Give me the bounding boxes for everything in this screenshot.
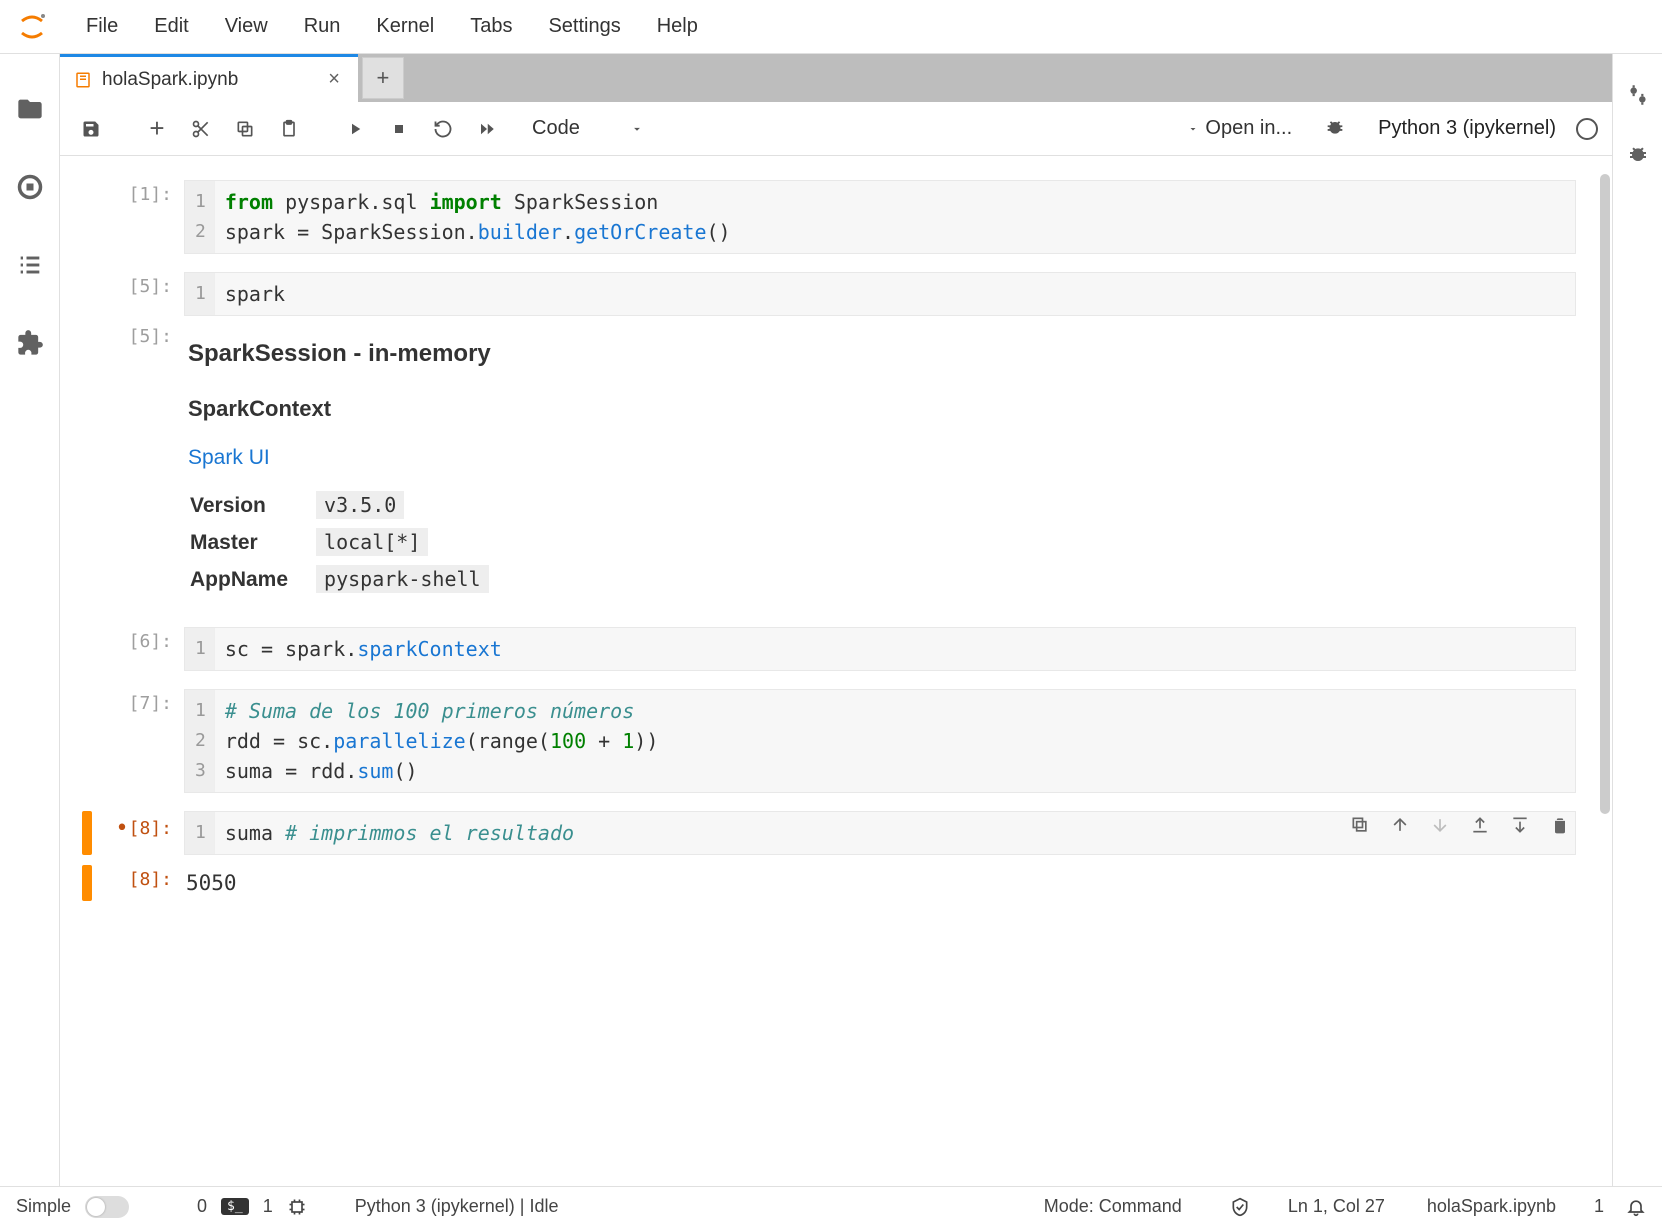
cell-type-select[interactable]: Code [526,113,650,144]
kv-val: local[*] [316,528,428,556]
kernel-name[interactable]: Python 3 (ipykernel) [1378,117,1556,140]
cut-icon[interactable] [184,112,218,146]
prompt-in-8: •[8]: [100,811,184,855]
menu-tabs[interactable]: Tabs [452,5,530,48]
copy-icon[interactable] [228,112,262,146]
insert-above-icon[interactable] [1470,815,1490,835]
bell-icon[interactable] [1626,1197,1646,1217]
trusted-icon[interactable] [1230,1197,1250,1217]
simple-toggle[interactable] [85,1196,129,1218]
prompt-in-7: [7]: [100,689,184,793]
status-count: 1 [1594,1196,1604,1217]
stop-icon[interactable] [382,112,416,146]
kv-key: AppName [190,562,314,597]
caret-down-icon [1187,123,1199,135]
move-up-icon[interactable] [1390,815,1410,835]
property-inspector-icon[interactable] [1625,82,1651,108]
scrollbar[interactable] [1600,174,1610,814]
running-icon[interactable] [15,172,45,202]
spark-ui-link[interactable]: Spark UI [188,446,270,469]
tab-notebook[interactable]: holaSpark.ipynb × [60,54,358,102]
duplicate-cell-icon[interactable] [1350,815,1370,835]
prompt-in-5: [5]: [100,272,184,316]
code-cell-1[interactable]: 12 from pyspark.sql import SparkSession … [184,180,1576,254]
dirty-indicator-icon: • [115,816,128,841]
jupyter-logo-icon [14,9,50,45]
main-menu: File Edit View Run Kernel Tabs Settings … [68,5,716,48]
open-in-label: Open in... [1205,117,1292,140]
prompt-out-8: [8]: [100,865,184,901]
status-zero: 0 [197,1196,207,1217]
kernel-status-icon[interactable] [1576,118,1598,140]
output-sparksession: SparkSession - in-memory SparkContext Sp… [184,322,1576,621]
tab-title: holaSpark.ipynb [102,69,238,91]
status-one: 1 [263,1196,273,1217]
new-tab-button[interactable]: + [362,57,404,99]
gutter: 12 [185,181,215,253]
restart-icon[interactable] [426,112,460,146]
menu-edit[interactable]: Edit [136,5,206,48]
terminal-icon[interactable]: $_ [221,1198,249,1215]
kv-key: Version [190,488,314,523]
folder-icon[interactable] [15,94,45,124]
menu-kernel[interactable]: Kernel [358,5,452,48]
code-cell-3[interactable]: 1 sc = spark.sparkContext [184,627,1576,671]
left-sidebar [0,54,60,1186]
prompt-in-1: [1]: [100,180,184,254]
notebook-icon [74,71,92,89]
status-bar: Simple 0 $_ 1 Python 3 (ipykernel) | Idl… [0,1186,1662,1226]
output-subheading: SparkContext [188,396,1572,422]
toc-icon[interactable] [15,250,45,280]
move-down-icon[interactable] [1430,815,1450,835]
paste-icon[interactable] [272,112,306,146]
insert-below-icon[interactable] [1510,815,1530,835]
open-in-button[interactable]: Open in... [1187,117,1292,140]
output-heading: SparkSession - in-memory [188,340,1572,368]
debugger-panel-icon[interactable] [1626,144,1650,168]
status-mode: Mode: Command [1044,1196,1182,1217]
cell-type-label: Code [532,117,580,140]
prompt-out-5: [5]: [100,322,184,621]
kv-val: v3.5.0 [316,491,404,519]
menu-help[interactable]: Help [639,5,716,48]
menu-run[interactable]: Run [286,5,359,48]
menu-view[interactable]: View [207,5,286,48]
chevron-down-icon [630,122,644,136]
simple-label: Simple [16,1196,71,1217]
delete-cell-icon[interactable] [1550,815,1570,835]
cell-toolbar [1350,815,1570,835]
run-icon[interactable] [338,112,372,146]
save-icon[interactable] [74,112,108,146]
status-lncol: Ln 1, Col 27 [1288,1196,1385,1217]
kernel-chip-icon[interactable] [287,1197,307,1217]
status-kernel[interactable]: Python 3 (ipykernel) | Idle [355,1196,559,1217]
kv-val: pyspark-shell [316,565,489,593]
close-icon[interactable]: × [328,68,340,91]
run-all-icon[interactable] [470,112,504,146]
extensions-icon[interactable] [15,328,45,358]
status-file[interactable]: holaSpark.ipynb [1427,1196,1556,1217]
code-cell-2[interactable]: 1 spark [184,272,1576,316]
notebook-toolbar: + Code [60,102,1612,156]
tab-bar: holaSpark.ipynb × + [60,54,1612,102]
kv-key: Master [190,525,314,560]
right-sidebar [1612,54,1662,1186]
code-cell-4[interactable]: 123 # Suma de los 100 primeros números r… [184,689,1576,793]
menu-file[interactable]: File [68,5,136,48]
debugger-icon[interactable] [1318,112,1352,146]
output-5050: 5050 [184,865,1576,901]
notebook-area[interactable]: [1]: 12 from pyspark.sql import SparkSes… [60,156,1612,1186]
menu-settings[interactable]: Settings [530,5,638,48]
prompt-in-6: [6]: [100,627,184,671]
add-cell-icon[interactable]: + [140,112,174,146]
